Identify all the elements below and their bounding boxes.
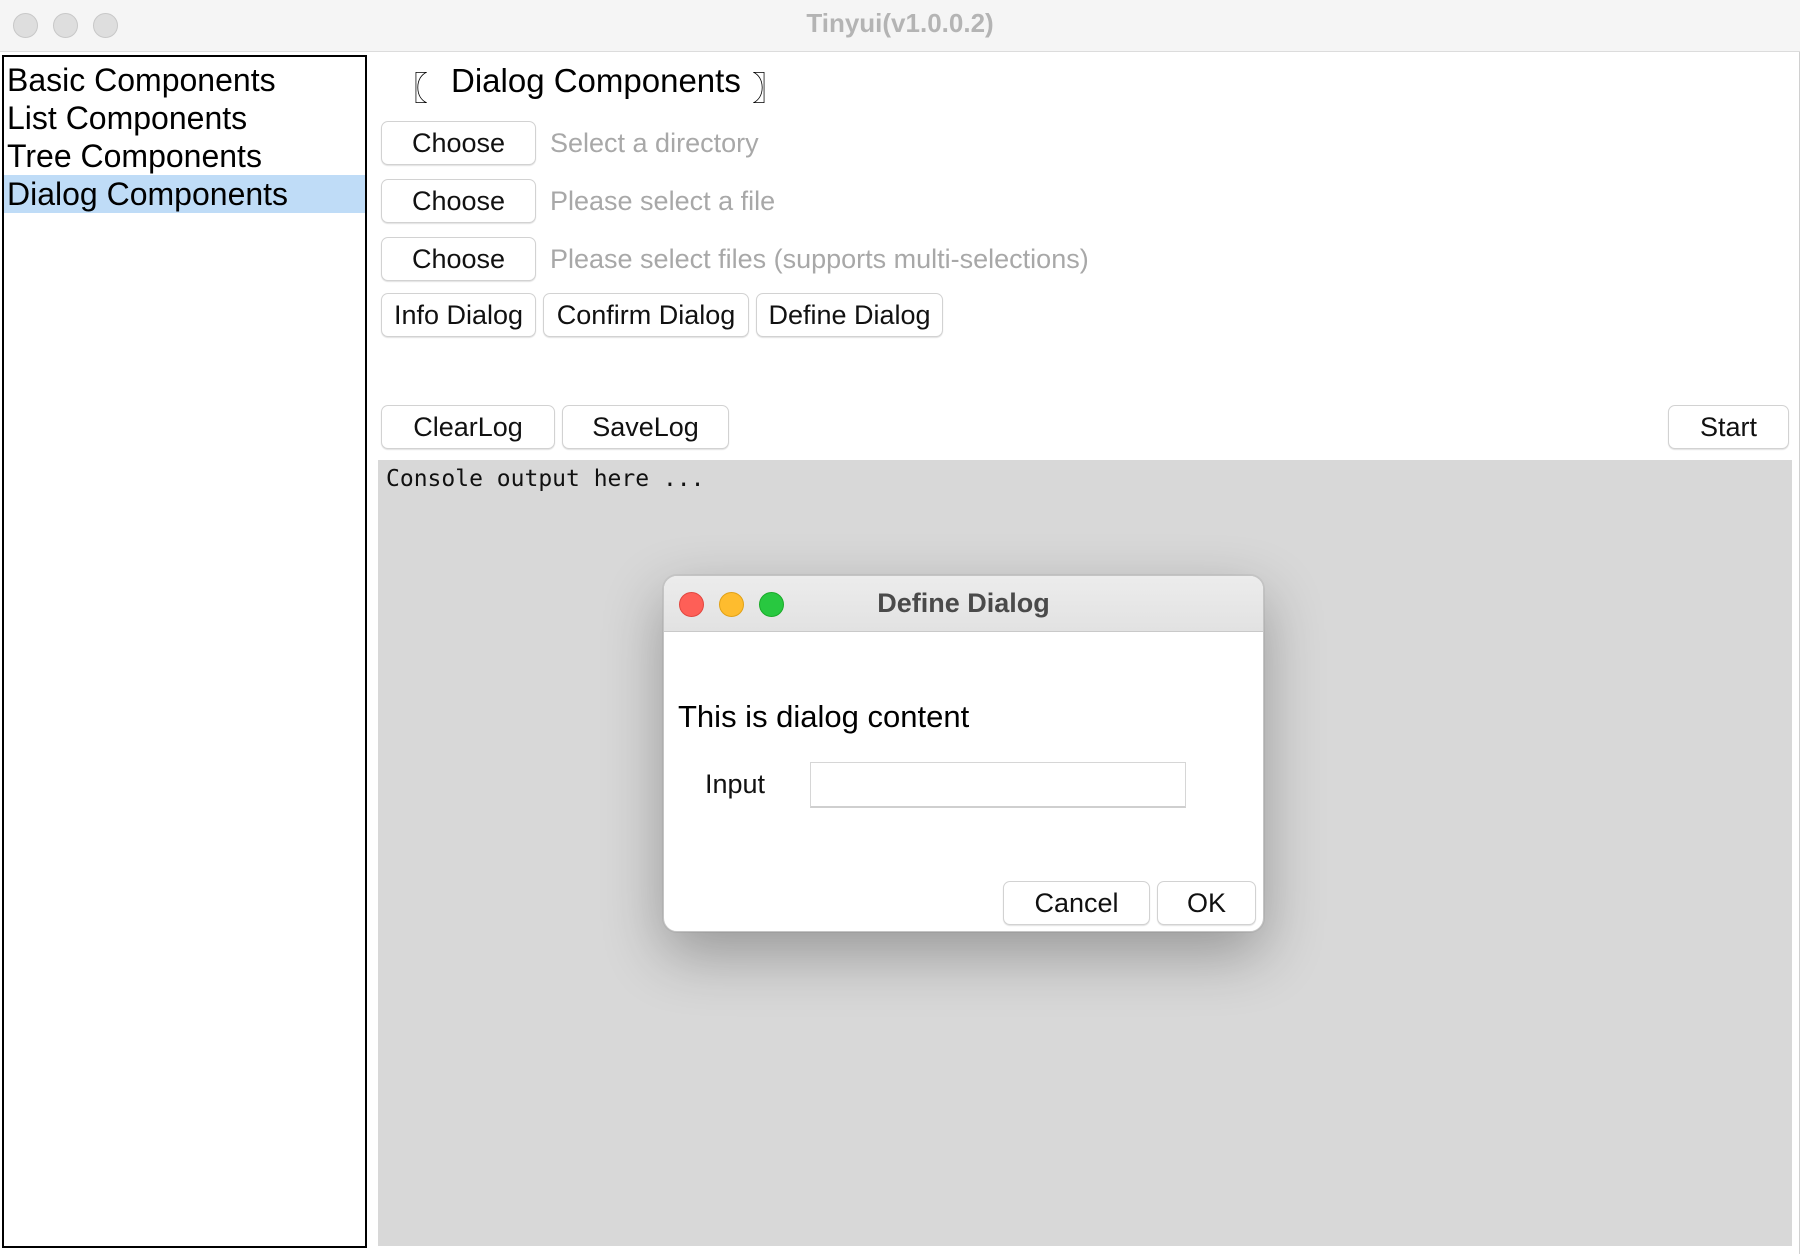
dialog-cancel-button[interactable]: Cancel xyxy=(1003,881,1150,925)
choose-files-button[interactable]: Choose xyxy=(381,237,536,281)
info-dialog-button[interactable]: Info Dialog xyxy=(381,293,536,337)
window-title: Tinyui(v1.0.0.2) xyxy=(806,8,994,38)
dialog-input-field[interactable] xyxy=(810,762,1186,808)
dialog-title: Define Dialog xyxy=(877,588,1050,618)
dialog-ok-button[interactable]: OK xyxy=(1157,881,1256,925)
dialog-titlebar: Define Dialog xyxy=(664,576,1263,632)
section-title: Dialog Components xyxy=(451,62,741,99)
confirm-dialog-button[interactable]: Confirm Dialog xyxy=(543,293,749,337)
files-path-field[interactable]: Please select files (supports multi-sele… xyxy=(550,237,1089,281)
start-button[interactable]: Start xyxy=(1668,405,1789,449)
sidebar-item-basic-components[interactable]: Basic Components xyxy=(4,61,365,99)
dialog-content-text: This is dialog content xyxy=(678,699,970,734)
console-text: Console output here ... xyxy=(386,466,705,492)
choose-file-button[interactable]: Choose xyxy=(381,179,536,223)
section-title-bracket-left: 〖 xyxy=(395,70,428,107)
sidebar-item-tree-components[interactable]: Tree Components xyxy=(4,137,365,175)
sidebar-item-dialog-components[interactable]: Dialog Components xyxy=(4,175,365,213)
define-dialog-button[interactable]: Define Dialog xyxy=(756,293,943,337)
save-log-button[interactable]: SaveLog xyxy=(562,405,729,449)
directory-path-field[interactable]: Select a directory xyxy=(550,121,759,165)
main-window: Tinyui(v1.0.0.2) Basic Components List C… xyxy=(0,0,1800,1254)
sidebar-list[interactable]: Basic Components List Components Tree Co… xyxy=(2,55,367,1248)
choose-directory-button[interactable]: Choose xyxy=(381,121,536,165)
define-dialog: Define Dialog This is dialog content Inp… xyxy=(663,575,1264,932)
file-path-field[interactable]: Please select a file xyxy=(550,179,775,223)
dialog-input-label: Input xyxy=(705,769,766,799)
clear-log-button[interactable]: ClearLog xyxy=(381,405,555,449)
sidebar-item-list-components[interactable]: List Components xyxy=(4,99,365,137)
window-titlebar: Tinyui(v1.0.0.2) xyxy=(0,0,1800,52)
section-title-bracket-right: 〗 xyxy=(752,70,785,107)
